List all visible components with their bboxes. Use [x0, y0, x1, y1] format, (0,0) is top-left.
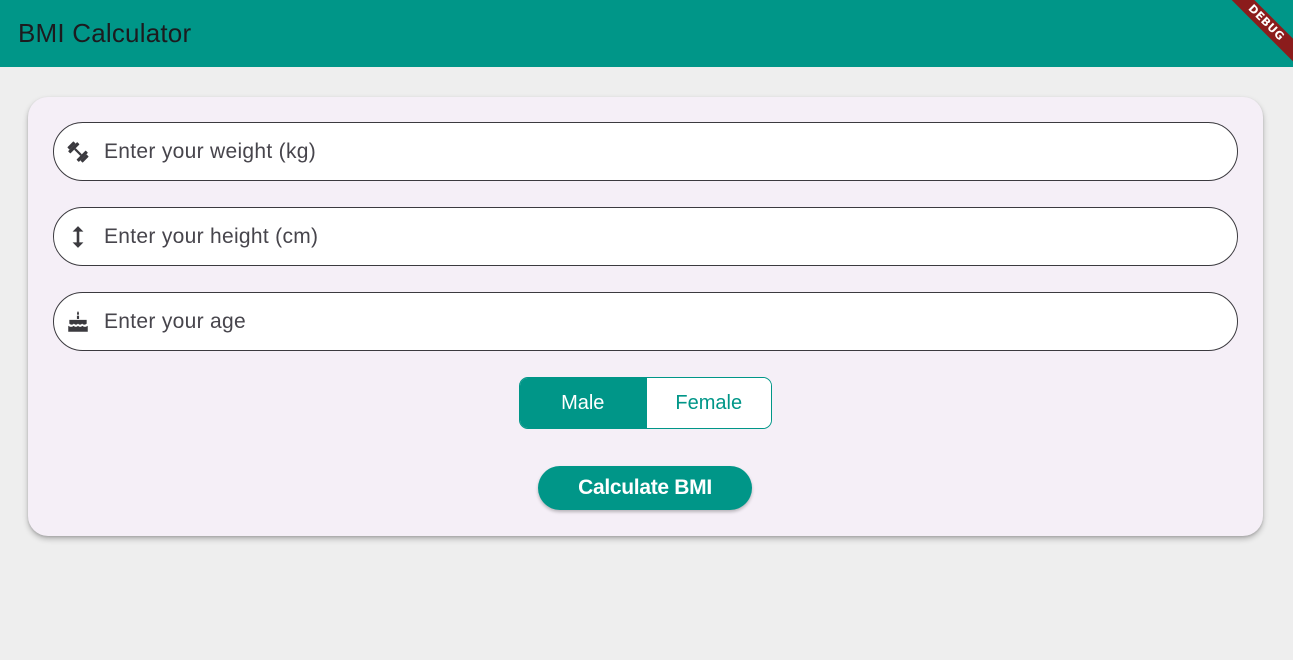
app-bar: BMI Calculator DEBUG — [0, 0, 1293, 67]
gender-option-female[interactable]: Female — [645, 378, 771, 428]
cake-icon — [65, 309, 91, 335]
height-input[interactable] — [104, 208, 1237, 265]
weight-field[interactable] — [53, 122, 1238, 181]
gender-option-male[interactable]: Male — [520, 378, 646, 428]
fitness-center-icon — [65, 139, 91, 165]
calculate-bmi-button[interactable]: Calculate BMI — [538, 466, 752, 510]
height-field[interactable] — [53, 207, 1238, 266]
page-title: BMI Calculator — [18, 18, 192, 48]
gender-toggle: Male Female — [519, 377, 772, 429]
bmi-form-card: Male Female Calculate BMI — [28, 97, 1263, 536]
age-field[interactable] — [53, 292, 1238, 351]
weight-input[interactable] — [104, 123, 1237, 180]
age-input[interactable] — [104, 293, 1237, 350]
debug-banner: DEBUG — [1213, 0, 1293, 67]
debug-label: DEBUG — [1221, 0, 1293, 67]
height-icon — [65, 224, 91, 250]
